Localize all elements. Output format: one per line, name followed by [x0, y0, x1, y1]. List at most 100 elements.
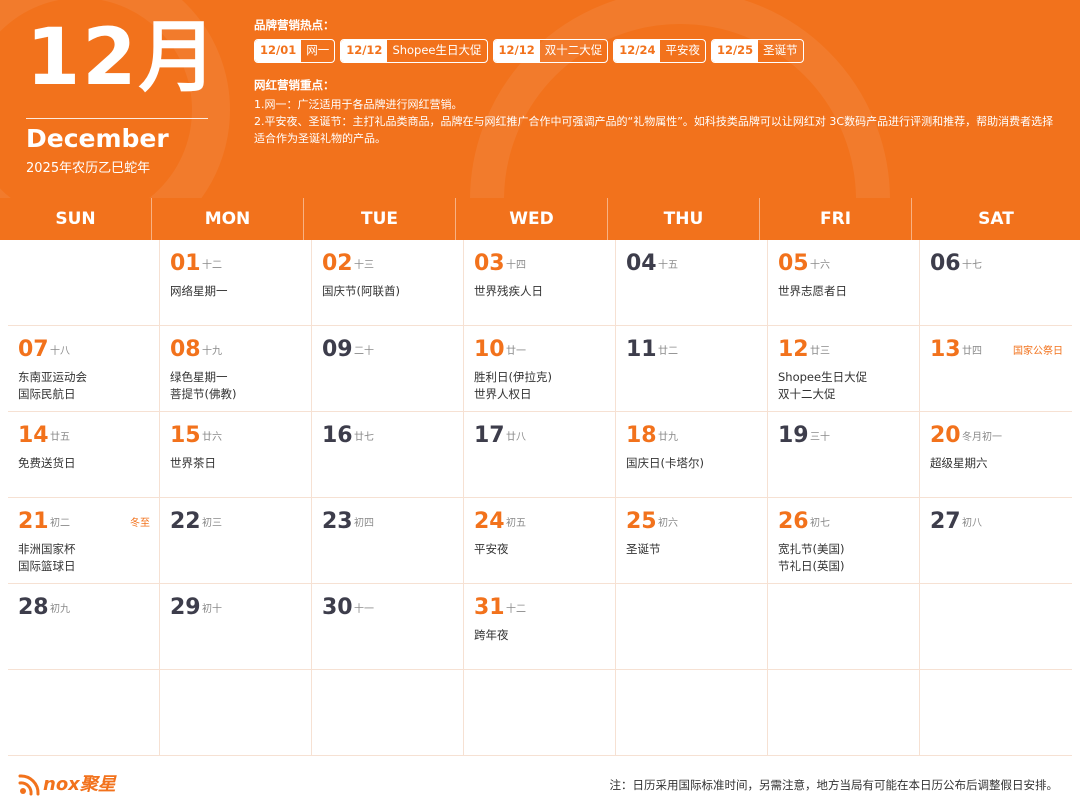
lunar-date: 初四 [354, 518, 374, 529]
header-divider [26, 118, 208, 119]
hotspot-chip: 12/01 网一 [254, 39, 336, 63]
month-english: December [26, 124, 169, 153]
event-list: 宽扎节(美国) 节礼日(英国) [778, 541, 844, 575]
empty-cell [768, 670, 920, 756]
day-number: 31 [474, 595, 505, 620]
event-list: 世界志愿者日 [778, 283, 847, 300]
nox-signal-icon [18, 774, 40, 796]
hotspot-date: 12/12 [341, 40, 388, 62]
event-list: 非洲国家杯国际篮球日 [18, 541, 76, 575]
lunar-date: 十五 [658, 260, 678, 271]
day-number: 08 [170, 337, 201, 362]
event-item: 跨年夜 [474, 628, 509, 642]
day-cell: 28 初九 [8, 584, 160, 670]
lunar-date: 初七 [810, 518, 830, 529]
lunar-date: 十四 [506, 260, 526, 271]
event-list: 平安夜 [474, 541, 509, 558]
event-list: 免费送货日 [18, 455, 76, 472]
brand-hotspots-list: 12/01 网一 12/12 Shopee生日大促 12/12 双十二大促 12/24 平安夜… [254, 39, 804, 63]
day-cell: 05 十六 世界志愿者日 [768, 240, 920, 326]
day-number: 14 [18, 423, 49, 448]
day-cell: 24 初五 平安夜 [464, 498, 616, 584]
lunar-date: 十二 [202, 260, 222, 271]
day-number: 18 [626, 423, 657, 448]
day-number: 12 [778, 337, 809, 362]
lunar-date: 初五 [506, 518, 526, 529]
lunar-date: 初二 [50, 518, 70, 529]
lunar-date: 十八 [50, 346, 70, 357]
influencer-note: 2.平安夜、圣诞节：主打礼品类商品，品牌在与网红推广合作中可强调产品的“礼物属性… [254, 115, 1054, 145]
lunar-date: 初六 [658, 518, 678, 529]
event-item: 圣诞节 [626, 542, 661, 556]
event-list: 国庆节(阿联酋) [322, 283, 400, 300]
day-cell: 31 十二 跨年夜 [464, 584, 616, 670]
lunar-date: 廿二 [658, 346, 678, 357]
logo-text: nox聚星 [43, 774, 116, 795]
day-cell: 22 初三 [160, 498, 312, 584]
day-cell: 20 冬月初一 超级星期六 [920, 412, 1072, 498]
event-item: 国际篮球日 [18, 559, 76, 573]
influencer-focus-title: 网红营销重点： [254, 78, 335, 92]
day-cell: 29 初十 [160, 584, 312, 670]
day-number: 28 [18, 595, 49, 620]
hotspot-chip: 12/12 Shopee生日大促 [340, 39, 488, 63]
empty-cell [768, 584, 920, 670]
day-number: 27 [930, 509, 961, 534]
day-cell: 18 廿九 国庆日(卡塔尔) [616, 412, 768, 498]
empty-cell [464, 670, 616, 756]
event-item: 平安夜 [474, 542, 509, 556]
event-list: 绿色星期一 菩提节(佛教) [170, 369, 236, 403]
weekday-header: SUN MON TUE WED THU FRI SAT [0, 198, 1080, 240]
day-cell: 26 初七 宽扎节(美国) 节礼日(英国) [768, 498, 920, 584]
event-list: Shopee生日大促 双十二大促 [778, 369, 867, 403]
event-list: 东南亚运动会 国际民航日 [18, 369, 87, 403]
day-cell: 25 初六 圣诞节 [616, 498, 768, 584]
lunar-date: 廿一 [506, 346, 526, 357]
event-item: 双十二大促 [778, 387, 836, 401]
event-list: 圣诞节 [626, 541, 661, 558]
day-cell: 01 十二 网络星期一 [160, 240, 312, 326]
event-item: 免费送货日 [18, 456, 76, 470]
day-number: 03 [474, 251, 505, 276]
empty-cell [8, 670, 160, 756]
lunar-date: 廿四 [962, 346, 982, 357]
lunar-date: 冬月初一 [962, 432, 1002, 443]
day-number: 02 [322, 251, 353, 276]
hotspot-date: 12/25 [711, 40, 759, 62]
footer: nox聚星 注：日历采用国际标准时间，另需注意，地方当局有可能在本日历公布后调整… [0, 760, 1080, 810]
weekday-thu: THU [608, 198, 760, 240]
empty-cell [616, 584, 768, 670]
holiday-label: 国家公祭日 [1013, 346, 1063, 357]
lunar-date: 初十 [202, 604, 222, 615]
day-cell: 12 廿三 Shopee生日大促 双十二大促 [768, 326, 920, 412]
event-list: 胜利日(伊拉克) 世界人权日 [474, 369, 552, 403]
day-cell: 21 初二 冬至 非洲国家杯 国际篮球日 [8, 498, 160, 584]
weekday-sat: SAT [978, 209, 1014, 229]
lunar-date: 十七 [962, 260, 982, 271]
day-number: 20 [930, 423, 961, 448]
lunar-date: 初九 [50, 604, 70, 615]
empty-cell [8, 240, 160, 326]
event-item: 国际民航日 [18, 387, 76, 401]
event-item: 世界人权日 [474, 387, 532, 401]
day-cell: 07 十八东南亚运动会 国际民航日 [8, 326, 160, 412]
empty-cell [312, 670, 464, 756]
lunar-date: 廿七 [354, 432, 374, 443]
event-list: 世界茶日 [170, 455, 216, 472]
event-item: 世界志愿者日 [778, 284, 847, 298]
empty-cell [920, 584, 1072, 670]
lunar-date: 十三 [354, 260, 374, 271]
day-number: 15 [170, 423, 201, 448]
day-number: 07 [18, 337, 49, 362]
day-number: 22 [170, 509, 201, 534]
day-number: 17 [474, 423, 505, 448]
lunar-year: 2025年农历乙巳蛇年 [26, 161, 151, 176]
event-item: 国庆节(阿联酋) [322, 284, 400, 298]
lunar-date: 廿八 [506, 432, 526, 443]
hotspot-name: Shopee生日大促 [392, 43, 482, 57]
lunar-date: 十一 [354, 604, 374, 615]
lunar-date: 廿六 [202, 432, 222, 443]
day-cell: 11 廿二 [616, 326, 768, 412]
event-item: 非洲国家杯 [18, 542, 76, 556]
event-list: 网络星期一 [170, 283, 228, 300]
